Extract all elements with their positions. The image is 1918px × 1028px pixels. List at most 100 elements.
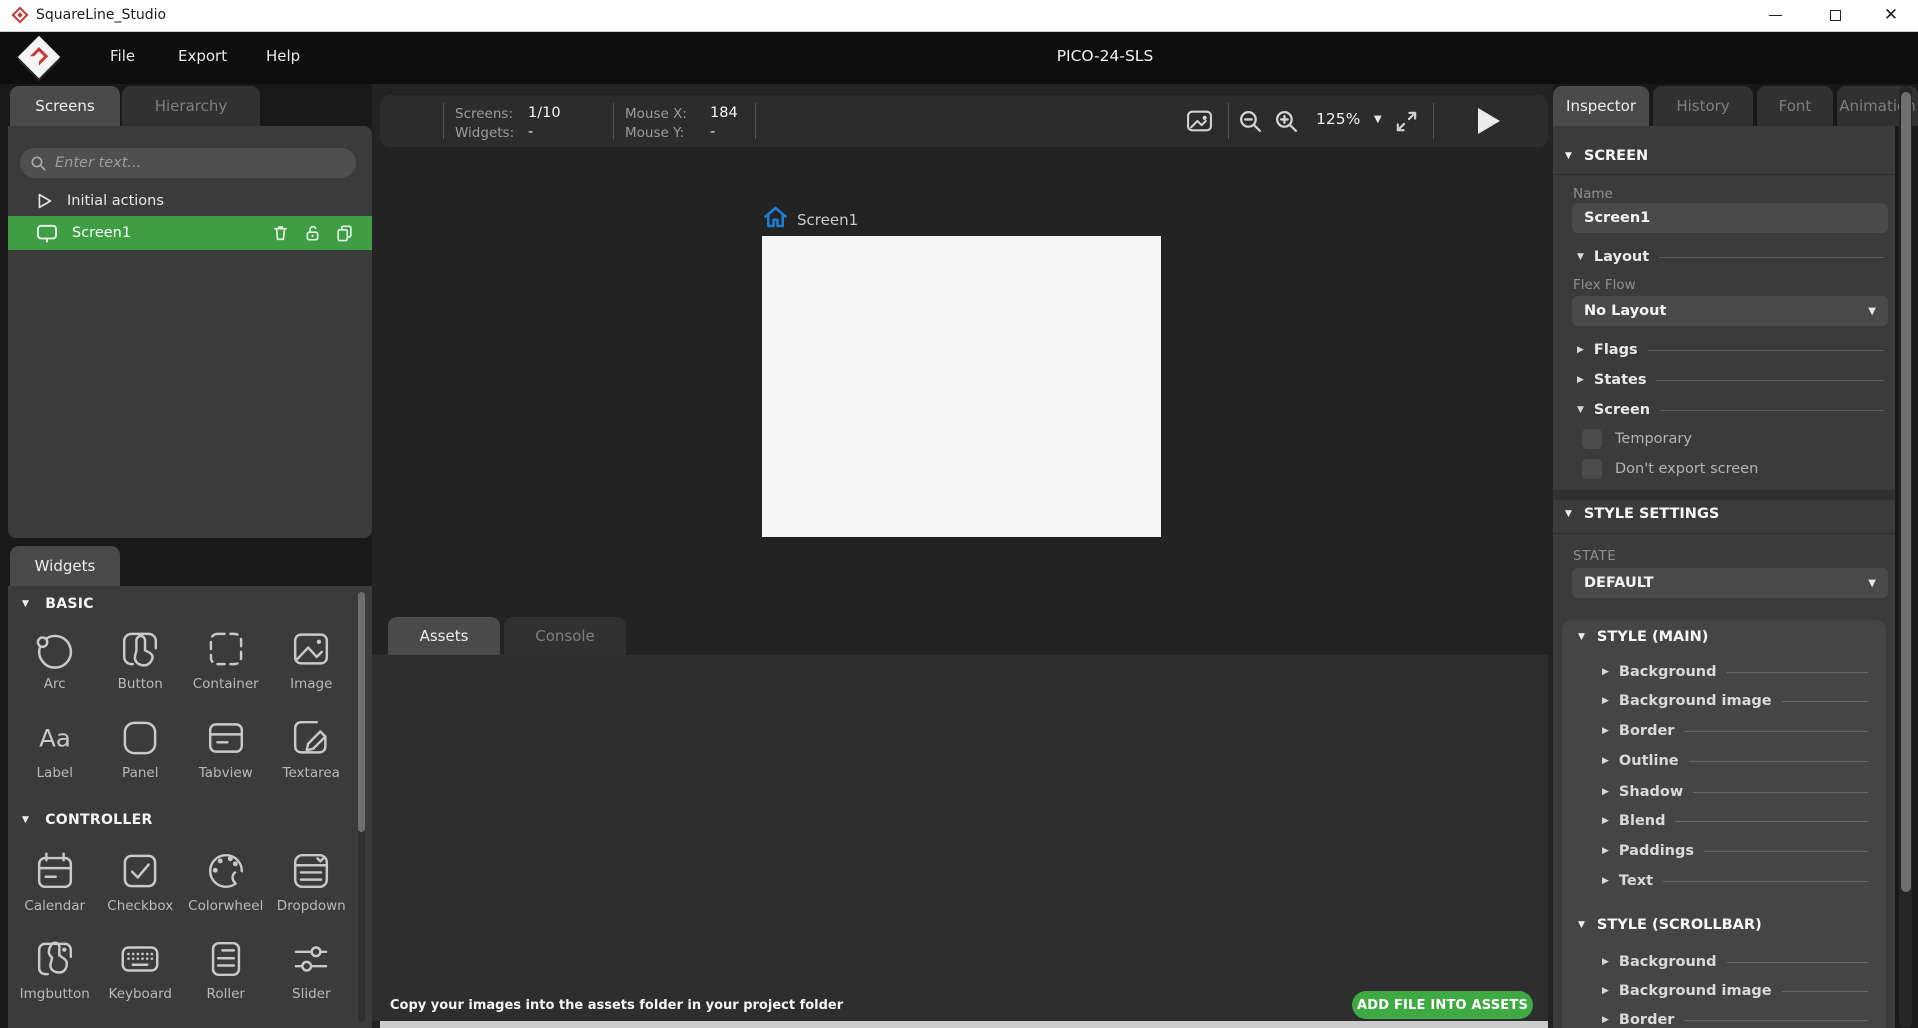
zoom-out-icon[interactable] [1238, 109, 1263, 134]
inspector-scrollbar-thumb[interactable] [1901, 92, 1911, 892]
widget-arc[interactable]: Arc [12, 624, 98, 713]
screen-name-field[interactable] [1572, 203, 1888, 233]
temporary-option[interactable]: Temporary [1582, 429, 1692, 449]
tab-font[interactable]: Font [1757, 86, 1833, 126]
widget-keyboard[interactable]: Keyboard [98, 934, 184, 1022]
widget-image[interactable]: Image [269, 624, 355, 713]
widgets-scrollbar[interactable] [358, 592, 365, 1022]
widget-panel[interactable]: Panel [98, 713, 184, 802]
menu-file[interactable]: File [110, 47, 135, 65]
screen-list-item-screen1[interactable]: Screen1 [8, 216, 372, 250]
widget-grid-controller: Calendar Checkbox Colorwheel Dropdown [12, 846, 354, 1022]
slider-icon [288, 936, 334, 982]
name-label: Name [1573, 186, 1613, 202]
delete-screen-icon[interactable] [271, 223, 290, 243]
assets-horizontal-scrollbar[interactable] [380, 1021, 1548, 1028]
widget-checkbox[interactable]: Checkbox [98, 846, 184, 934]
widgets-scrollbar-thumb[interactable] [358, 592, 365, 832]
tab-hierarchy[interactable]: Hierarchy [122, 86, 260, 126]
style-row-sb-border[interactable]: ▶Border [1602, 1012, 1868, 1028]
dont-export-option[interactable]: Don't export screen [1582, 459, 1758, 479]
style-row-outline[interactable]: ▶Outline [1602, 753, 1868, 769]
duplicate-screen-icon[interactable] [335, 223, 354, 243]
dropdown-icon [288, 848, 334, 894]
section-style-settings[interactable]: ▼ STYLE SETTINGS [1565, 506, 1719, 522]
minimize-button[interactable] [1752, 0, 1798, 31]
collapse-triangle-icon: ▼ [22, 815, 29, 825]
collapse-triangle-icon: ▶ [1602, 986, 1609, 996]
mouse-x-value: 184 [710, 105, 738, 121]
run-play-icon[interactable] [1477, 107, 1501, 135]
screen-name-input[interactable] [1584, 210, 1876, 226]
screen-collapsible[interactable]: ▼ Screen [1577, 402, 1884, 418]
layout-collapsible[interactable]: ▼ Layout [1577, 249, 1884, 265]
fit-zoom-icon[interactable] [1393, 108, 1420, 135]
widget-container[interactable]: Container [183, 624, 269, 713]
flex-flow-dropdown[interactable]: No Layout ▼ [1572, 296, 1888, 326]
add-file-into-assets-button[interactable]: ADD FILE INTO ASSETS [1352, 991, 1533, 1019]
tab-console[interactable]: Console [504, 617, 626, 655]
screens-count-value: 1/10 [528, 105, 561, 121]
close-button[interactable]: ✕ [1868, 0, 1914, 31]
collapse-triangle-icon: ▶ [1577, 375, 1584, 385]
initial-actions-label: Initial actions [67, 193, 164, 209]
tab-history[interactable]: History [1653, 86, 1753, 126]
state-dropdown[interactable]: DEFAULT ▼ [1572, 568, 1888, 598]
screens-search[interactable] [20, 148, 356, 178]
widget-colorwheel[interactable]: Colorwheel [183, 846, 269, 934]
initial-actions-item[interactable]: Initial actions [36, 188, 164, 214]
inspector-scrollbar[interactable] [1899, 86, 1912, 1028]
widget-slider[interactable]: Slider [269, 934, 355, 1022]
maximize-button[interactable] [1812, 0, 1858, 31]
zoom-level-value[interactable]: 125% [1316, 110, 1360, 128]
home-screen-icon[interactable] [762, 205, 789, 229]
style-row-shadow[interactable]: ▶Shadow [1602, 784, 1868, 800]
screen1-design-surface[interactable] [762, 236, 1161, 537]
imgbutton-icon [32, 936, 78, 982]
assets-panel-body[interactable] [372, 655, 1548, 1021]
tab-widgets[interactable]: Widgets [10, 546, 120, 586]
temporary-checkbox[interactable] [1582, 429, 1602, 449]
group-header-basic[interactable]: ▼ BASIC [22, 596, 94, 612]
collapse-triangle-icon: ▶ [1602, 696, 1609, 706]
state-label: STATE [1573, 548, 1616, 564]
widget-label-widget[interactable]: Aa Label [12, 713, 98, 802]
widget-calendar[interactable]: Calendar [12, 846, 98, 934]
style-scrollbar-header[interactable]: ▼ STYLE (SCROLLBAR) [1578, 917, 1762, 933]
widget-roller[interactable]: Roller [183, 934, 269, 1022]
tab-inspector[interactable]: Inspector [1553, 86, 1649, 126]
style-row-blend[interactable]: ▶Blend [1602, 813, 1868, 829]
widget-imgbutton[interactable]: Imgbutton [12, 934, 98, 1022]
widget-textarea[interactable]: Textarea [269, 713, 355, 802]
style-row-sb-background-image[interactable]: ▶Background image [1602, 983, 1868, 999]
menu-help[interactable]: Help [266, 47, 300, 65]
group-header-controller[interactable]: ▼ CONTROLLER [22, 812, 153, 828]
widget-button[interactable]: Button [98, 624, 184, 713]
collapse-triangle-icon: ▶ [1602, 667, 1609, 677]
zoom-dropdown-caret-icon[interactable]: ▼ [1374, 114, 1382, 125]
dont-export-checkbox[interactable] [1582, 459, 1602, 479]
style-row-text[interactable]: ▶Text [1602, 873, 1868, 889]
states-collapsible[interactable]: ▶ States [1577, 372, 1884, 388]
zoom-in-icon[interactable] [1274, 109, 1299, 134]
widget-dropdown[interactable]: Dropdown [269, 846, 355, 934]
style-row-background-image[interactable]: ▶Background image [1602, 693, 1868, 709]
panel-icon [117, 715, 163, 761]
keyboard-icon [117, 936, 163, 982]
style-row-sb-background[interactable]: ▶Background [1602, 954, 1868, 970]
style-row-paddings[interactable]: ▶Paddings [1602, 843, 1868, 859]
style-row-background[interactable]: ▶Background [1602, 664, 1868, 680]
tab-assets[interactable]: Assets [388, 617, 500, 655]
unlock-screen-icon[interactable] [303, 223, 322, 243]
widget-tabview[interactable]: Tabview [183, 713, 269, 802]
label-icon: Aa [32, 715, 78, 761]
style-main-header[interactable]: ▼ STYLE (MAIN) [1578, 629, 1708, 645]
search-input[interactable] [55, 155, 346, 171]
style-row-border[interactable]: ▶Border [1602, 723, 1868, 739]
colorwheel-icon [203, 848, 249, 894]
section-screen[interactable]: ▼ SCREEN [1565, 148, 1648, 164]
screenshot-icon[interactable] [1186, 108, 1213, 134]
tab-screens[interactable]: Screens [10, 86, 120, 126]
flags-collapsible[interactable]: ▶ Flags [1577, 342, 1884, 358]
menu-export[interactable]: Export [178, 47, 227, 65]
